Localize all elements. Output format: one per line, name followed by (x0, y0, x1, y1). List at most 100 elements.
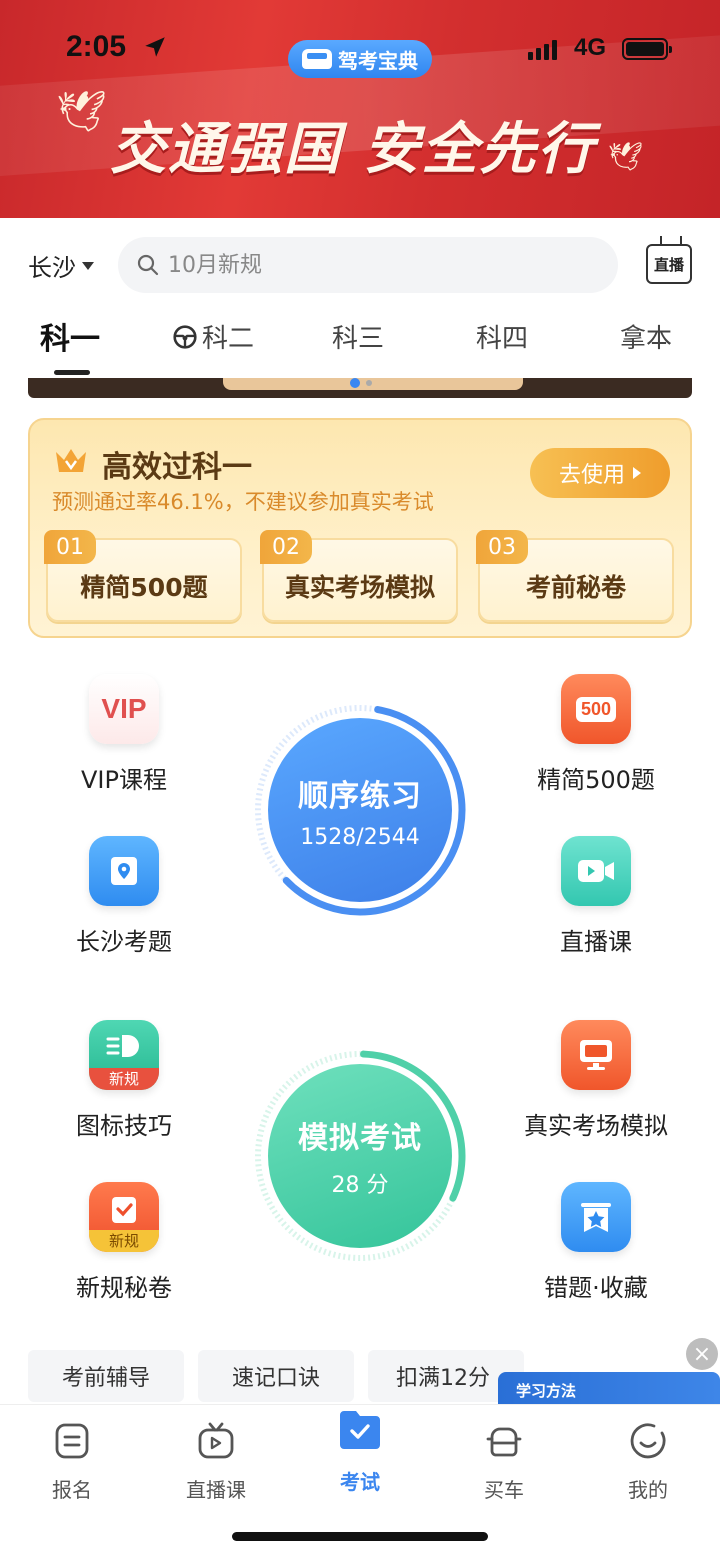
smile-icon (630, 1423, 666, 1459)
location-book-icon (89, 836, 159, 906)
promo-use-button[interactable]: 去使用 (530, 448, 670, 498)
headlight-icon: 新规 (89, 1020, 159, 1090)
tabbar-item-buy-car[interactable]: 买车 (454, 1421, 554, 1503)
grid-item-label: 新规秘卷 (76, 1274, 172, 1302)
tab-subject-2[interactable]: 科二 (172, 318, 254, 355)
quick-link-mnemonics[interactable]: 速记口诀 (198, 1350, 354, 1402)
new-rule-badge: 新规 (89, 1230, 159, 1252)
promo-item[interactable]: 03 考前秘卷 (476, 530, 674, 622)
promo-item-label: 精简500题 (80, 573, 208, 602)
promo-item[interactable]: 01 精简500题 (44, 530, 242, 622)
search-input[interactable] (168, 252, 548, 278)
city-label: 长沙 (28, 254, 76, 282)
grid-item-label: 真实考场模拟 (524, 1112, 668, 1140)
caret-down-icon (82, 261, 94, 270)
grid-item-live-course[interactable]: 直播课 (506, 836, 686, 957)
tab-license[interactable]: 拿本 (620, 318, 672, 355)
tabbar-label: 报名 (52, 1478, 92, 1502)
promo-card[interactable]: 高效过科一 预测通过率46.1%，不建议参加真实考试 去使用 01 精简500题… (28, 418, 692, 638)
quick-link-label: 扣满12分 (396, 1366, 490, 1391)
grid-item-label: VIP课程 (81, 766, 167, 794)
grid-item-vip-course[interactable]: VIP VIP课程 (34, 674, 214, 795)
grid-item-label: 直播课 (560, 928, 632, 956)
banner-slogan: 交通强国 安全先行 (110, 117, 596, 182)
tabbar-item-register[interactable]: 报名 (22, 1421, 122, 1503)
tab-subject-4[interactable]: 科四 (476, 318, 528, 355)
exam-core: 模拟考试 28 分 (268, 1064, 452, 1248)
status-bar: 2:05 驾考宝典 4G (0, 24, 720, 78)
500-icon: 500 (561, 674, 631, 744)
grid-item-label: 错题·收藏 (544, 1274, 648, 1302)
tab-label: 拿本 (620, 324, 673, 354)
grid-item-new-rule-paper[interactable]: 新规 新规秘卷 (34, 1182, 214, 1303)
grid-item-label: 精简500题 (537, 766, 655, 794)
battery-icon (622, 38, 672, 60)
tabbar-label: 考试 (340, 1470, 380, 1494)
tab-label: 科一 (40, 322, 100, 357)
grid-item-sign-tips[interactable]: 新规 图标技巧 (34, 1020, 214, 1141)
promo-item-number: 02 (260, 530, 312, 564)
play-triangle-icon (633, 467, 641, 479)
city-selector[interactable]: 长沙 (28, 248, 94, 283)
grid-item-city-questions[interactable]: 长沙考题 (34, 836, 214, 957)
close-icon[interactable]: × (686, 1338, 718, 1370)
active-tab-indicator (54, 370, 90, 375)
grid-item-500-questions[interactable]: 500 精简500题 (506, 674, 686, 795)
tabbar-item-exam[interactable]: 考试 (310, 1405, 410, 1495)
location-arrow-icon (145, 37, 165, 57)
promo-title: 高效过科一 (102, 450, 252, 485)
dove-icon: 🕊 (56, 89, 107, 135)
network-type: 4G (574, 34, 607, 61)
quick-link-label: 速记口诀 (231, 1366, 320, 1391)
carousel-banner[interactable] (28, 378, 692, 398)
star-bookmark-icon (561, 1182, 631, 1252)
promo-button-label: 去使用 (558, 463, 625, 488)
floating-study-card[interactable]: 学习方法 (498, 1372, 720, 1408)
quick-link-label: 考前辅导 (61, 1366, 150, 1391)
tabbar-label: 直播课 (186, 1478, 246, 1502)
steering-wheel-icon (173, 324, 197, 349)
search-icon (137, 254, 159, 276)
tabbar-item-live[interactable]: 直播课 (166, 1421, 266, 1503)
mock-exam-button[interactable]: 模拟考试 28 分 (250, 1046, 470, 1266)
live-label: 直播 (653, 255, 684, 274)
live-button[interactable]: 直播 (646, 244, 692, 284)
tabbar-item-me[interactable]: 我的 (598, 1421, 698, 1503)
carousel-dot-active (350, 378, 360, 388)
subject-tabs: 科一 科二 科三 科四 拿本 (0, 318, 720, 368)
tv-icon (198, 1422, 234, 1459)
grid-item-mistakes-favorites[interactable]: 错题·收藏 (506, 1182, 686, 1303)
carousel-dot (366, 380, 372, 386)
new-rule-badge: 新规 (89, 1068, 159, 1090)
grid-item-label: 图标技巧 (76, 1112, 172, 1140)
app-name: 驾考宝典 (338, 48, 418, 73)
tabbar-label: 我的 (628, 1478, 668, 1502)
tab-label: 科三 (332, 324, 385, 354)
status-time: 2:05 (66, 30, 127, 63)
home-indicator (232, 1532, 488, 1541)
promo-subtitle: 预测通过率46.1%，不建议参加真实考试 (52, 490, 434, 514)
sequential-practice-button[interactable]: 顺序练习 1528/2544 (250, 700, 470, 920)
search-bar[interactable] (118, 237, 618, 293)
tab-label: 科四 (476, 324, 529, 354)
promo-item-number: 01 (44, 530, 96, 564)
folder-check-icon (340, 1411, 380, 1449)
tab-subject-1[interactable]: 科一 (40, 314, 100, 358)
form-icon (55, 1423, 89, 1459)
promo-item-label: 真实考场模拟 (284, 573, 435, 602)
video-camera-icon (561, 836, 631, 906)
quick-link-pre-exam-guide[interactable]: 考前辅导 (28, 1350, 184, 1402)
crown-icon (56, 449, 86, 472)
signal-icon (528, 38, 557, 60)
floating-card-title: 学习方法 (516, 1382, 577, 1400)
tab-label: 科二 (202, 324, 255, 354)
car-icon (486, 1427, 522, 1457)
dove-icon: 🕊 (608, 140, 644, 173)
promo-item[interactable]: 02 真实考场模拟 (260, 530, 458, 622)
app-badge[interactable]: 驾考宝典 (288, 40, 432, 78)
vip-icon: VIP (89, 674, 159, 744)
tab-subject-3[interactable]: 科三 (332, 318, 384, 355)
top-banner[interactable]: 2:05 驾考宝典 4G 🕊 交通强国 安全先行 🕊 (0, 0, 720, 218)
practice-core: 顺序练习 1528/2544 (268, 718, 452, 902)
grid-item-real-exam-sim[interactable]: 真实考场模拟 (506, 1020, 686, 1141)
